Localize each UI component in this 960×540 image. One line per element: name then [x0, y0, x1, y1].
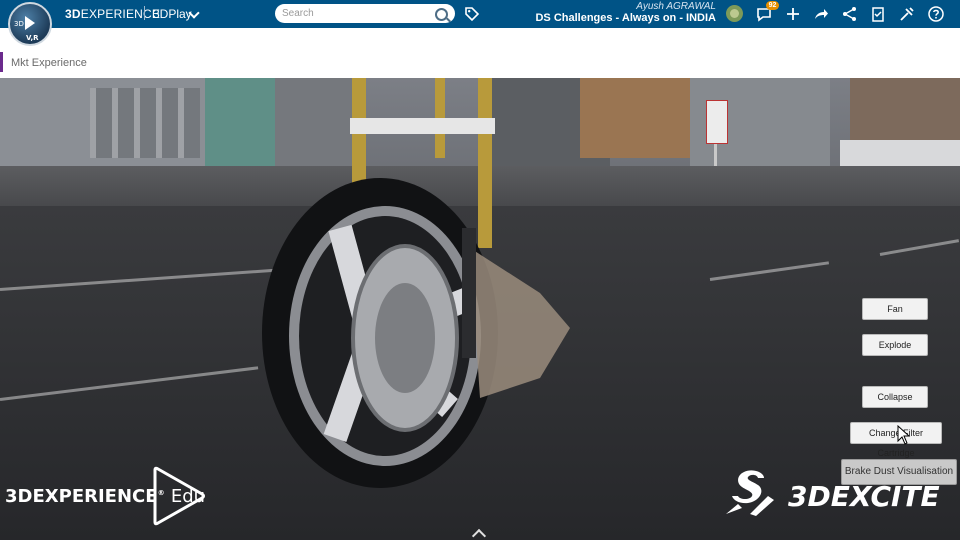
search-box — [275, 4, 455, 23]
edu-play-icon — [153, 466, 205, 526]
wheel-model — [262, 78, 570, 488]
fan-button[interactable]: Fan — [862, 298, 928, 320]
compass-version-label: V,R — [26, 34, 39, 42]
help-icon[interactable] — [927, 5, 945, 23]
brand-bold: 3D — [65, 7, 81, 21]
brand-divider — [144, 6, 145, 20]
road-sign — [706, 100, 728, 144]
compass-3d-label: 3D — [14, 20, 24, 28]
user-info[interactable]: Ayush AGRAWAL DS Challenges - Always on … — [535, 1, 716, 24]
tag-icon[interactable] — [464, 6, 480, 22]
top-bar: 3D V,R 3DEXPERIENCE 3DPlay Ayush AGRAWAL… — [0, 0, 960, 46]
change-filter-cartridge-button[interactable]: Change Filter Cartridge — [850, 422, 942, 458]
building-left-facade — [90, 88, 200, 158]
clipboard-icon[interactable] — [869, 5, 887, 23]
network-icon[interactable] — [841, 5, 859, 23]
dassault-systemes-icon — [726, 470, 774, 516]
compass-icon[interactable]: 3D V,R — [8, 2, 52, 46]
3dexcite-logo: 3DEXCITE — [788, 480, 940, 513]
collapse-button[interactable]: Collapse — [862, 386, 928, 408]
platform-brand[interactable]: 3DEXPERIENCE — [65, 7, 160, 21]
search-input[interactable] — [282, 6, 432, 21]
notifications-badge: 92 — [766, 1, 779, 10]
sub-header: Mkt Experience — [0, 28, 960, 78]
app-name[interactable]: 3DPlay — [153, 7, 192, 21]
brand-rest: EXPERIENCE — [80, 7, 161, 21]
collab-space: DS Challenges - Always on - INDIA — [535, 12, 716, 24]
page-title: Mkt Experience — [11, 57, 87, 69]
plus-icon[interactable] — [784, 5, 802, 23]
share-icon[interactable] — [812, 5, 830, 23]
tools-icon[interactable] — [898, 5, 916, 23]
3d-viewport[interactable]: Fan Explode Collapse Change Filter Cartr… — [0, 78, 960, 540]
logo-main-text: 3DEXPERIENCE — [5, 486, 158, 507]
explode-button[interactable]: Explode — [862, 334, 928, 356]
avatar[interactable] — [726, 5, 743, 22]
user-name: Ayush AGRAWAL — [636, 1, 716, 12]
search-icon[interactable] — [435, 8, 448, 21]
accent-bar — [0, 52, 3, 72]
play-icon — [25, 16, 35, 30]
building-orange — [580, 78, 690, 158]
mouse-cursor-icon — [897, 425, 911, 445]
